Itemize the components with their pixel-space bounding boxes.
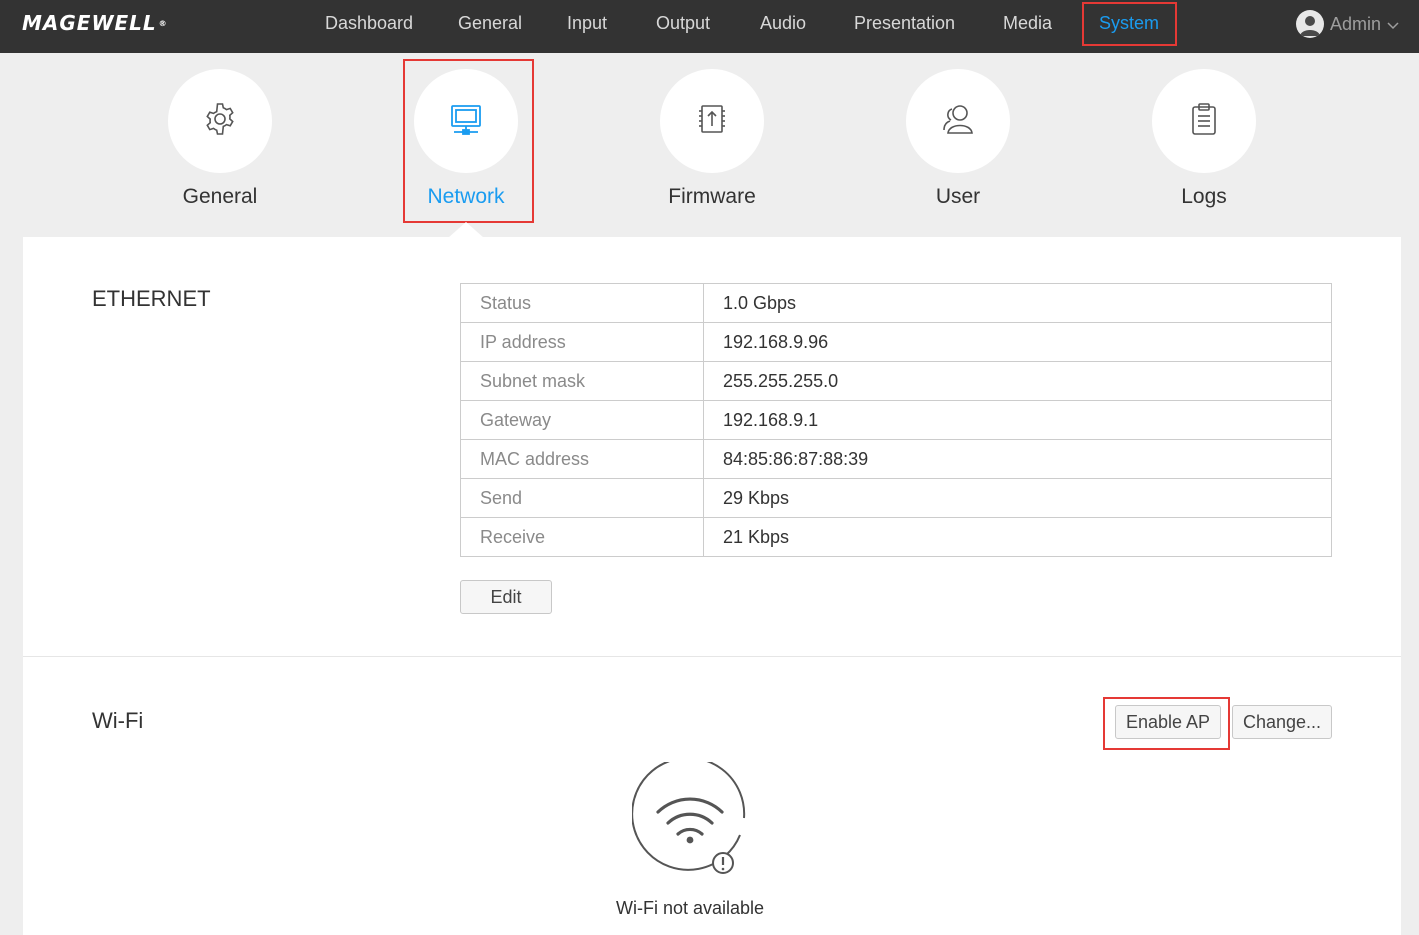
- status-key: Status: [460, 283, 704, 323]
- wifi-empty-text: Wi-Fi not available: [615, 898, 765, 918]
- receive-key: Receive: [460, 517, 704, 557]
- table-row: Send 29 Kbps: [460, 478, 1332, 518]
- table-row: Gateway 192.168.9.1: [460, 400, 1332, 440]
- nav-presentation[interactable]: Presentation: [854, 0, 955, 46]
- subnet-mask-value: 255.255.255.0: [703, 361, 1332, 401]
- gear-icon: [202, 101, 238, 142]
- subnav-logs-circle: [1152, 69, 1256, 173]
- subnav-logs-label: Logs: [1181, 185, 1227, 208]
- send-value: 29 Kbps: [703, 478, 1332, 518]
- status-value: 1.0 Gbps: [703, 283, 1332, 323]
- subnav-user[interactable]: User: [906, 69, 1010, 208]
- wifi-title: Wi-Fi: [92, 708, 144, 733]
- logo-text: MAGEWELL: [22, 11, 157, 35]
- ethernet-title: ETHERNET: [92, 286, 211, 311]
- wifi-warning-icon: [631, 756, 748, 878]
- chip-upload-icon: [694, 101, 730, 142]
- enable-ap-highlight-box: [1103, 697, 1230, 750]
- gateway-value: 192.168.9.1: [703, 400, 1332, 440]
- users-icon: [939, 101, 977, 142]
- magewell-logo[interactable]: MAGEWELL ®: [22, 11, 168, 35]
- nav-general[interactable]: General: [458, 0, 522, 46]
- subnav-firmware-circle: [660, 69, 764, 173]
- table-row: Subnet mask 255.255.255.0: [460, 361, 1332, 401]
- subnav-user-circle: [906, 69, 1010, 173]
- user-menu[interactable]: Admin: [1296, 10, 1399, 38]
- mac-address-key: MAC address: [460, 439, 704, 479]
- clipboard-icon: [1186, 101, 1222, 142]
- subnav-logs[interactable]: Logs: [1152, 69, 1256, 208]
- subnav-firmware[interactable]: Firmware: [660, 69, 764, 208]
- ip-address-value: 192.168.9.96: [703, 322, 1332, 362]
- nav-audio[interactable]: Audio: [760, 0, 806, 46]
- table-row: MAC address 84:85:86:87:88:39: [460, 439, 1332, 479]
- subnav-general-label: General: [182, 185, 258, 208]
- ip-address-key: IP address: [460, 322, 704, 362]
- table-row: Status 1.0 Gbps: [460, 283, 1332, 323]
- nav-dashboard[interactable]: Dashboard: [325, 0, 413, 46]
- subnet-mask-key: Subnet mask: [460, 361, 704, 401]
- subnav-firmware-label: Firmware: [668, 185, 756, 208]
- table-row: IP address 192.168.9.96: [460, 322, 1332, 362]
- chevron-down-icon: [1387, 14, 1399, 35]
- send-key: Send: [460, 478, 704, 518]
- table-row: Receive 21 Kbps: [460, 517, 1332, 557]
- receive-value: 21 Kbps: [703, 517, 1332, 557]
- mac-address-value: 84:85:86:87:88:39: [703, 439, 1332, 479]
- edit-button[interactable]: Edit: [460, 580, 552, 614]
- subnav-general-circle: [168, 69, 272, 173]
- subnav-user-label: User: [935, 185, 981, 208]
- nav-media[interactable]: Media: [1003, 0, 1052, 46]
- logo-registered-mark: ®: [158, 18, 168, 28]
- nav-output[interactable]: Output: [656, 0, 710, 46]
- section-divider: [23, 656, 1401, 657]
- change-button[interactable]: Change...: [1232, 705, 1332, 739]
- network-highlight-box: [403, 59, 534, 223]
- user-name: Admin: [1330, 13, 1382, 34]
- ethernet-table: Status 1.0 Gbps IP address 192.168.9.96 …: [460, 283, 1332, 557]
- top-bar: MAGEWELL ® Dashboard General Input Output…: [0, 0, 1419, 53]
- user-avatar-icon: [1296, 10, 1324, 38]
- subnav-general[interactable]: General: [168, 69, 272, 208]
- system-highlight-box: [1082, 2, 1177, 46]
- nav-input[interactable]: Input: [567, 0, 607, 46]
- active-tab-pointer: [448, 222, 484, 238]
- gateway-key: Gateway: [460, 400, 704, 440]
